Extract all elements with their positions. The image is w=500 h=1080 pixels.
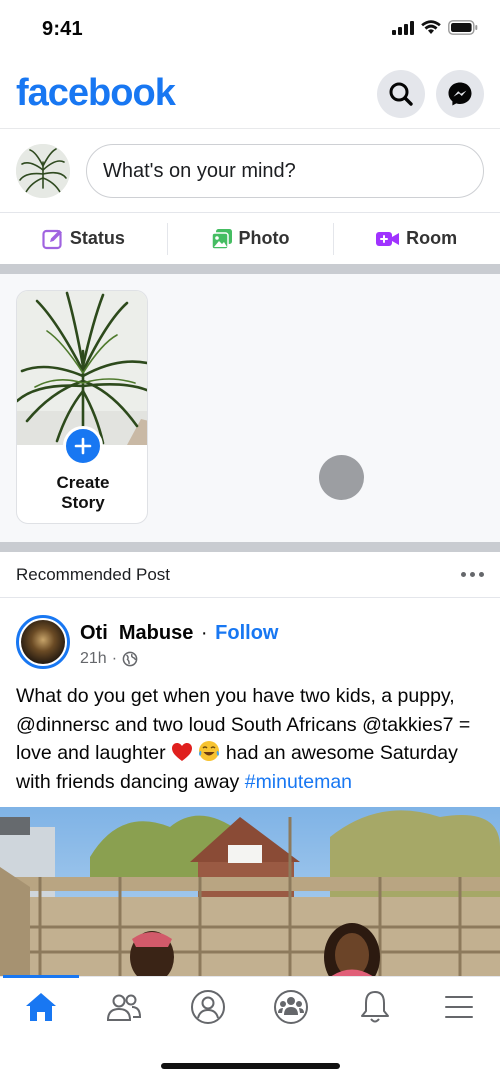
facebook-logo[interactable]: facebook	[16, 72, 176, 115]
composer-actions: Status Photo Room	[0, 212, 500, 264]
messenger-icon	[448, 82, 472, 106]
status-label: Status	[69, 228, 125, 248]
bottom-tab-bar	[0, 975, 500, 1080]
post-time[interactable]: 21h	[80, 650, 107, 668]
profile-icon	[191, 990, 225, 1024]
story-photo	[17, 291, 147, 447]
section-divider	[0, 542, 500, 552]
post-composer: What's on your mind?	[0, 128, 500, 212]
tab-menu[interactable]	[434, 987, 484, 1027]
status-icons	[392, 20, 478, 35]
user-avatar[interactable]	[16, 144, 70, 198]
tab-groups[interactable]	[266, 987, 316, 1027]
post-text: What do you get when you have two kids, …	[16, 682, 491, 796]
tab-home[interactable]	[16, 987, 66, 1027]
more-options-icon[interactable]	[461, 572, 484, 577]
search-icon	[389, 82, 413, 106]
status-button[interactable]: Status	[0, 213, 167, 264]
status-bar: 9:41	[0, 0, 500, 60]
post-meta: 21h ·	[80, 650, 138, 668]
battery-icon	[448, 20, 478, 35]
tab-friends[interactable]	[99, 987, 149, 1027]
add-story-icon[interactable]	[63, 426, 103, 466]
photo-button[interactable]: Photo	[166, 213, 334, 264]
author-name[interactable]: Oti Mabuse	[80, 622, 193, 644]
globe-icon	[122, 651, 138, 667]
messenger-button[interactable]	[436, 70, 484, 118]
tab-profile[interactable]	[183, 987, 233, 1027]
hashtag-link[interactable]: #minuteman	[245, 771, 352, 793]
edit-icon	[42, 229, 62, 249]
status-input[interactable]: What's on your mind?	[86, 144, 484, 198]
touch-indicator	[319, 455, 364, 500]
photo-icon	[210, 228, 232, 250]
follow-button[interactable]: Follow	[215, 622, 278, 644]
post-author-line: Oti Mabuse · Follow	[80, 622, 279, 644]
tab-notifications[interactable]	[350, 987, 400, 1027]
create-story-line1: Create	[56, 473, 110, 492]
home-indicator	[161, 1063, 340, 1069]
friends-icon	[106, 994, 142, 1021]
cellular-signal-icon	[392, 20, 414, 35]
status-time: 9:41	[42, 18, 83, 40]
wifi-icon	[421, 20, 441, 34]
laughing-emoji	[199, 741, 220, 761]
post-video-frame	[0, 807, 500, 976]
groups-icon	[274, 990, 308, 1024]
photo-label: Photo	[238, 228, 290, 248]
plant-avatar-image	[16, 144, 70, 198]
active-tab-indicator	[3, 975, 79, 978]
author-avatar[interactable]	[16, 615, 70, 669]
plus-icon	[74, 437, 92, 455]
app-header: facebook	[0, 60, 500, 128]
menu-icon	[445, 996, 473, 1018]
create-story-line2: Story	[61, 493, 105, 512]
recommended-post: Recommended Post Oti Mabuse · Follow 21h…	[0, 552, 500, 976]
plant-story-image	[17, 291, 147, 447]
recommended-label: Recommended Post	[16, 565, 171, 584]
video-room-icon	[376, 231, 400, 246]
recommended-header: Recommended Post	[0, 552, 500, 598]
notifications-icon	[361, 991, 389, 1023]
section-divider	[0, 264, 500, 274]
post-video[interactable]	[0, 807, 500, 976]
room-button[interactable]: Room	[333, 213, 500, 264]
create-story-label: Create Story	[17, 473, 147, 513]
stories-tray: Create Story	[0, 274, 500, 542]
home-icon	[26, 993, 56, 1021]
search-button[interactable]	[377, 70, 425, 118]
create-story-card[interactable]: Create Story	[16, 290, 148, 524]
room-label: Room	[406, 228, 458, 248]
red-heart-emoji	[172, 743, 193, 761]
